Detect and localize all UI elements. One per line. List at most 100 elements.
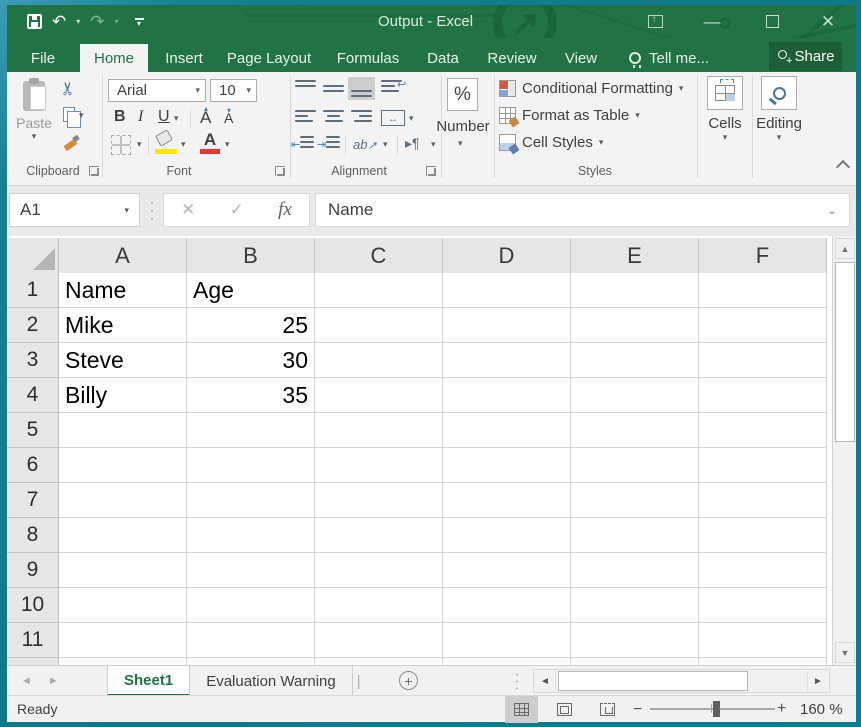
cell-C4[interactable] <box>315 378 443 413</box>
tab-page-layout[interactable]: Page Layout <box>223 44 315 72</box>
sheet-next-icon[interactable]: ► <box>48 675 59 687</box>
tab-data[interactable]: Data <box>422 44 464 72</box>
normal-view-button[interactable] <box>505 696 538 723</box>
font-color-icon[interactable]: A <box>199 130 221 154</box>
tell-me-box[interactable]: Tell me... <box>619 44 719 72</box>
tab-insert[interactable]: Insert <box>159 44 209 72</box>
sheet-tab-evaluation-warning[interactable]: Evaluation Warning <box>190 666 353 696</box>
zoom-in-icon[interactable]: + <box>777 700 786 718</box>
insert-function-icon[interactable]: fx <box>278 199 292 221</box>
collapse-ribbon-icon[interactable] <box>836 160 850 174</box>
underline-button[interactable]: U <box>158 108 170 126</box>
cell-C2[interactable] <box>315 308 443 343</box>
row-header-1[interactable]: 1 <box>7 273 59 308</box>
cell-F9[interactable] <box>699 553 827 588</box>
row-header-6[interactable]: 6 <box>7 448 59 483</box>
cell-C1[interactable] <box>315 273 443 308</box>
format-as-table-button[interactable]: Format as Table ▾ <box>499 107 640 124</box>
cell-C10[interactable] <box>315 588 443 623</box>
ribbon-display-options-icon[interactable] <box>643 5 667 38</box>
italic-button[interactable]: I <box>138 108 143 126</box>
undo-icon[interactable]: ↶ <box>52 13 66 30</box>
column-header-A[interactable]: A <box>59 238 187 273</box>
scroll-down-icon[interactable]: ▼ <box>835 642 855 663</box>
paste-button[interactable]: Paste ▾ <box>15 77 53 157</box>
cell-B5[interactable] <box>187 413 315 448</box>
cell-E7[interactable] <box>571 483 699 518</box>
cancel-icon[interactable]: ✕ <box>181 200 195 220</box>
cell-D5[interactable] <box>443 413 571 448</box>
align-right-button[interactable] <box>351 110 372 127</box>
tab-file[interactable]: File <box>20 44 66 72</box>
cell-B3[interactable]: 30 <box>187 343 315 378</box>
scroll-left-icon[interactable]: ◄ <box>535 671 556 691</box>
format-painter-icon[interactable] <box>63 134 79 150</box>
percent-style-button[interactable]: % <box>447 78 478 111</box>
cell-D6[interactable] <box>443 448 571 483</box>
close-button[interactable]: ✕ <box>813 5 843 38</box>
vertical-scrollbar[interactable]: ▲ ▼ <box>832 236 856 665</box>
cell-C6[interactable] <box>315 448 443 483</box>
cut-icon[interactable]: ✂ <box>58 81 79 96</box>
tab-review[interactable]: Review <box>485 44 539 72</box>
font-name-combo[interactable]: Arial▾ <box>108 79 206 102</box>
font-dialog-launcher-icon[interactable] <box>275 166 285 176</box>
cell-B7[interactable] <box>187 483 315 518</box>
cell-E8[interactable] <box>571 518 699 553</box>
text-direction-dropdown-icon[interactable]: ▾ <box>431 139 436 150</box>
minimize-button[interactable]: — <box>697 5 727 38</box>
borders-icon[interactable] <box>111 135 131 155</box>
row-header-7[interactable]: 7 <box>7 483 59 518</box>
customize-qat-icon[interactable]: ▾ <box>135 18 144 26</box>
cell-F10[interactable] <box>699 588 827 623</box>
cell-D12[interactable] <box>443 658 571 665</box>
number-dropdown-icon[interactable]: ▾ <box>458 138 463 149</box>
alignment-dialog-launcher-icon[interactable] <box>426 166 436 176</box>
cell-B8[interactable] <box>187 518 315 553</box>
text-direction-icon[interactable]: ▸¶ <box>405 135 420 152</box>
cell-E12[interactable] <box>571 658 699 665</box>
formula-input[interactable]: Name ⌄ <box>315 193 850 227</box>
horizontal-scrollbar[interactable]: ◄ ► <box>533 669 830 693</box>
cell-F8[interactable] <box>699 518 827 553</box>
orientation-icon[interactable]: ab↗ <box>353 137 377 152</box>
zoom-slider-thumb[interactable] <box>713 701 720 717</box>
orientation-dropdown-icon[interactable]: ▾ <box>383 139 388 150</box>
conditional-formatting-button[interactable]: Conditional Formatting ▾ <box>499 80 683 97</box>
align-left-button[interactable] <box>295 110 316 127</box>
zoom-level[interactable]: 160 % <box>800 701 843 718</box>
cell-B1[interactable]: Age <box>187 273 315 308</box>
cell-C3[interactable] <box>315 343 443 378</box>
cell-E4[interactable] <box>571 378 699 413</box>
horizontal-scroll-thumb[interactable] <box>558 671 748 691</box>
vertical-scroll-thumb[interactable] <box>835 262 855 442</box>
zoom-out-icon[interactable]: − <box>633 701 642 719</box>
new-sheet-button[interactable]: + <box>399 671 418 690</box>
cell-E3[interactable] <box>571 343 699 378</box>
cell-D10[interactable] <box>443 588 571 623</box>
merge-center-dropdown-icon[interactable]: ▾ <box>409 113 414 124</box>
cell-A1[interactable]: Name <box>59 273 187 308</box>
cell-A7[interactable] <box>59 483 187 518</box>
cell-C7[interactable] <box>315 483 443 518</box>
cell-E10[interactable] <box>571 588 699 623</box>
cell-F12[interactable] <box>699 658 827 665</box>
cell-A2[interactable]: Mike <box>59 308 187 343</box>
cell-B12[interactable] <box>187 658 315 665</box>
cell-B9[interactable] <box>187 553 315 588</box>
row-header-8[interactable]: 8 <box>7 518 59 553</box>
cell-D3[interactable] <box>443 343 571 378</box>
cell-C11[interactable] <box>315 623 443 658</box>
enter-icon[interactable]: ✓ <box>230 200 244 220</box>
tab-home[interactable]: Home <box>80 44 148 72</box>
cell-C9[interactable] <box>315 553 443 588</box>
cell-D9[interactable] <box>443 553 571 588</box>
cell-E1[interactable] <box>571 273 699 308</box>
cell-E2[interactable] <box>571 308 699 343</box>
middle-align-button[interactable] <box>323 80 344 97</box>
column-header-F[interactable]: F <box>699 238 827 273</box>
column-header-E[interactable]: E <box>571 238 699 273</box>
formula-bar-splitter[interactable] <box>150 199 154 221</box>
cell-B11[interactable] <box>187 623 315 658</box>
cell-B4[interactable]: 35 <box>187 378 315 413</box>
